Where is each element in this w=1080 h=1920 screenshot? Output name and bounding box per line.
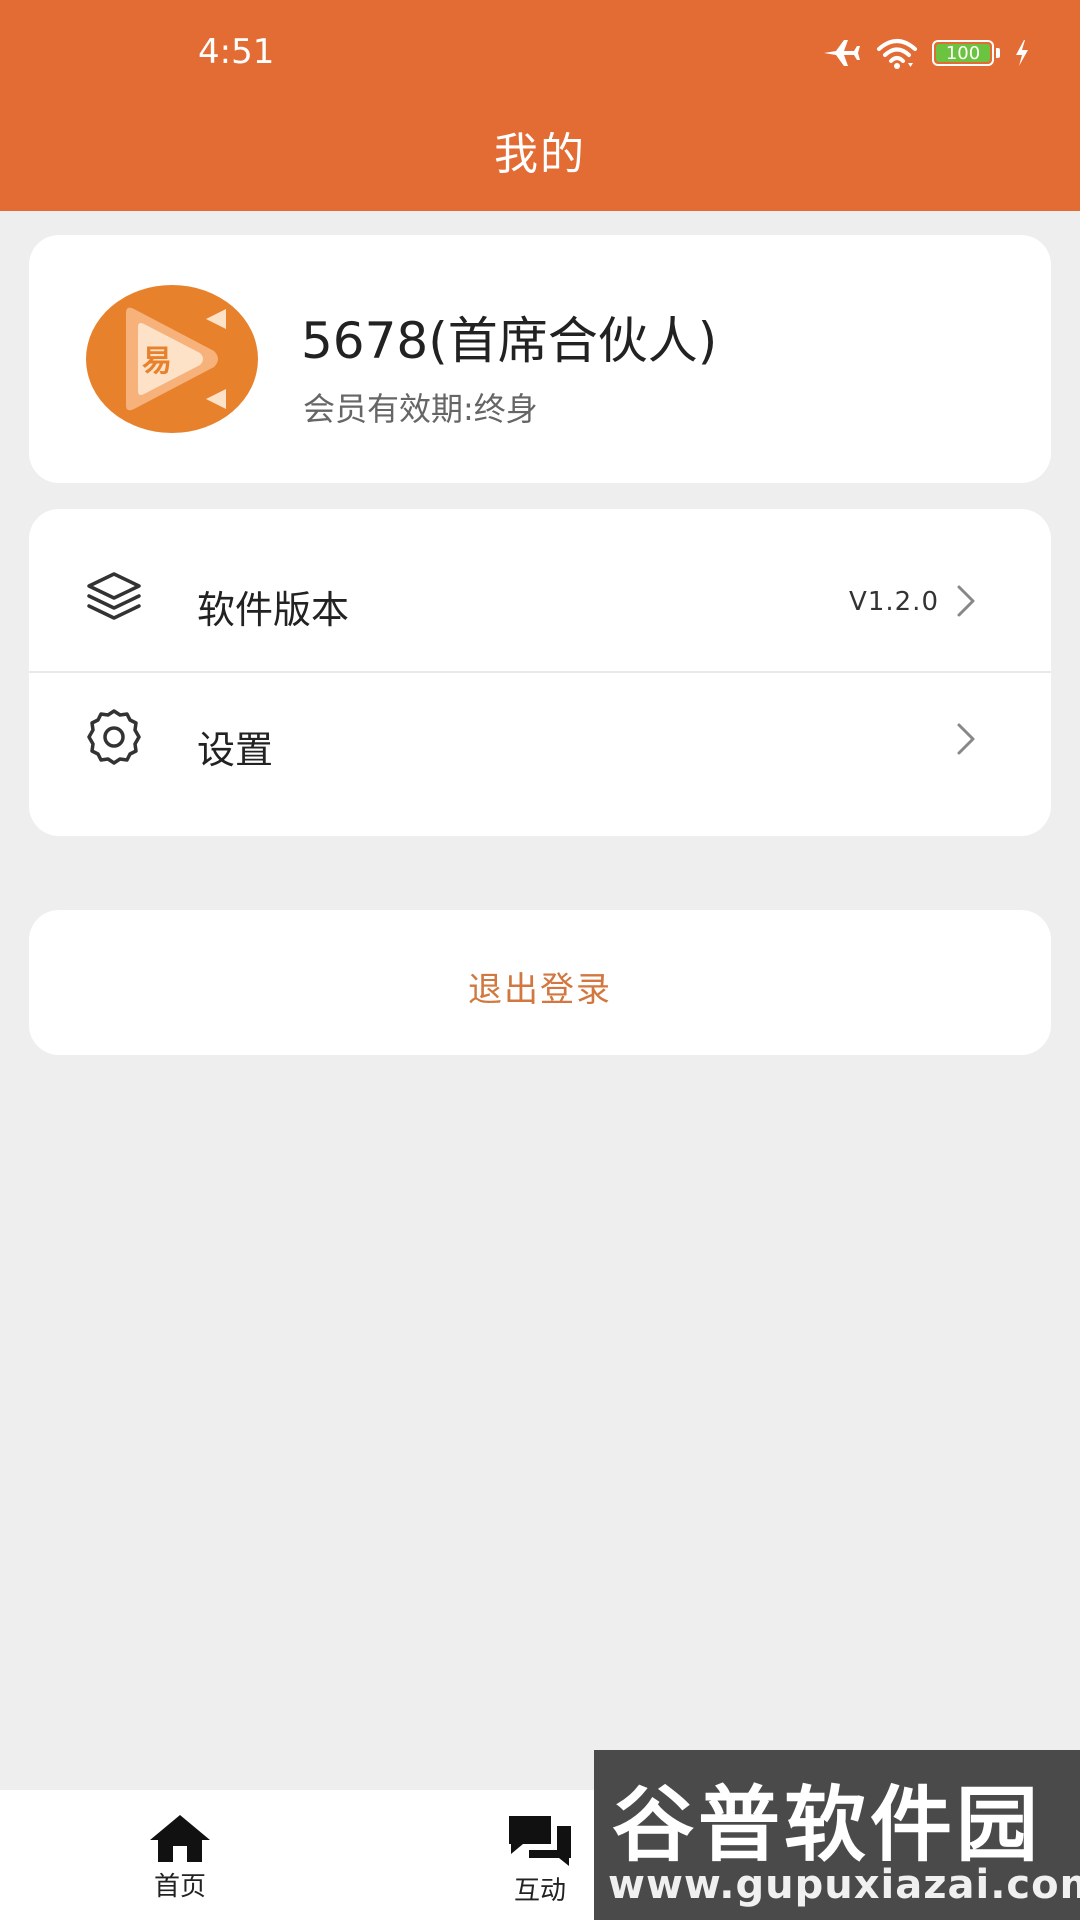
logout-button[interactable]: 退出登录	[29, 910, 1051, 1055]
app-header: 4:51 100 我的	[0, 0, 1080, 211]
nav-item-home[interactable]: 首页	[100, 1812, 260, 1912]
watermark-url: www.gupuxiazai.com	[608, 1862, 1080, 1908]
airplane-icon	[824, 40, 860, 66]
watermark-title: 谷普软件园	[612, 1778, 1043, 1873]
home-icon	[150, 1815, 210, 1862]
menu-item-label: 设置	[197, 728, 274, 772]
menu-item-label: 软件版本	[197, 588, 350, 632]
user-name: 5678(首席合伙人)	[301, 312, 718, 370]
charging-icon	[1016, 40, 1028, 66]
menu-item-software-version[interactable]: 软件版本 V1.2.0	[29, 509, 1051, 673]
chevron-right-icon	[957, 585, 975, 617]
gear-icon	[87, 709, 141, 765]
menu-card: 软件版本 V1.2.0 设置	[29, 509, 1051, 836]
page-title: 我的	[494, 129, 586, 180]
battery-level: 100	[945, 42, 981, 64]
chat-icon	[509, 1816, 571, 1866]
status-time: 4:51	[198, 32, 275, 72]
profile-card[interactable]: 易 5678(首席合伙人) 会员有效期:终身	[29, 235, 1051, 483]
version-value: V1.2.0	[849, 587, 939, 617]
avatar-text: 易	[142, 344, 172, 379]
wifi-icon	[877, 39, 917, 69]
chevron-right-icon	[957, 723, 975, 755]
menu-item-settings[interactable]: 设置	[29, 673, 1051, 836]
layers-icon	[87, 572, 141, 620]
watermark: 谷普软件园 www.gupuxiazai.com	[594, 1750, 1080, 1920]
status-icons: 100	[822, 34, 1030, 72]
nav-label: 首页	[153, 1872, 206, 1902]
logout-label: 退出登录	[468, 970, 612, 1010]
membership-validity: 会员有效期:终身	[303, 390, 538, 428]
battery-icon: 100	[932, 40, 1000, 66]
avatar: 易	[86, 285, 258, 433]
